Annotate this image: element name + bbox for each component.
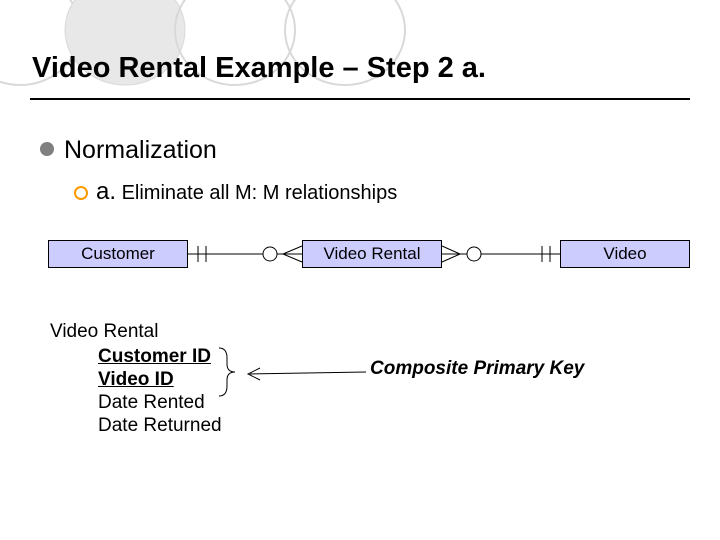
entity-video: Video (560, 240, 690, 268)
bullet-letter: a. (96, 178, 116, 205)
table-name: Video Rental (50, 320, 222, 343)
attr-date-rented: Date Rented (50, 391, 222, 414)
table-attributes: Video Rental Customer ID Video ID Date R… (50, 320, 222, 437)
attr-video-id: Video ID (50, 368, 222, 391)
attr-date-returned: Date Returned (50, 414, 222, 437)
title-divider (30, 98, 690, 100)
bullet-text: Normalization (64, 136, 217, 164)
bullet-normalization: Normalization (40, 136, 217, 165)
attr-customer-id: Customer ID (50, 345, 222, 368)
bullet-disc-icon (40, 142, 54, 156)
bullet-ring-icon (74, 186, 88, 200)
slide-title: Video Rental Example – Step 2 a. (32, 52, 486, 85)
bullet-remainder: Eliminate all M: M relationships (116, 182, 397, 204)
brace-icon (215, 346, 239, 398)
arrow-icon (240, 366, 370, 382)
composite-key-label: Composite Primary Key (370, 358, 584, 380)
bullet-step-a: a. Eliminate all M: M relationships (74, 178, 397, 206)
entity-customer: Customer (48, 240, 188, 268)
entity-video-rental: Video Rental (302, 240, 442, 268)
